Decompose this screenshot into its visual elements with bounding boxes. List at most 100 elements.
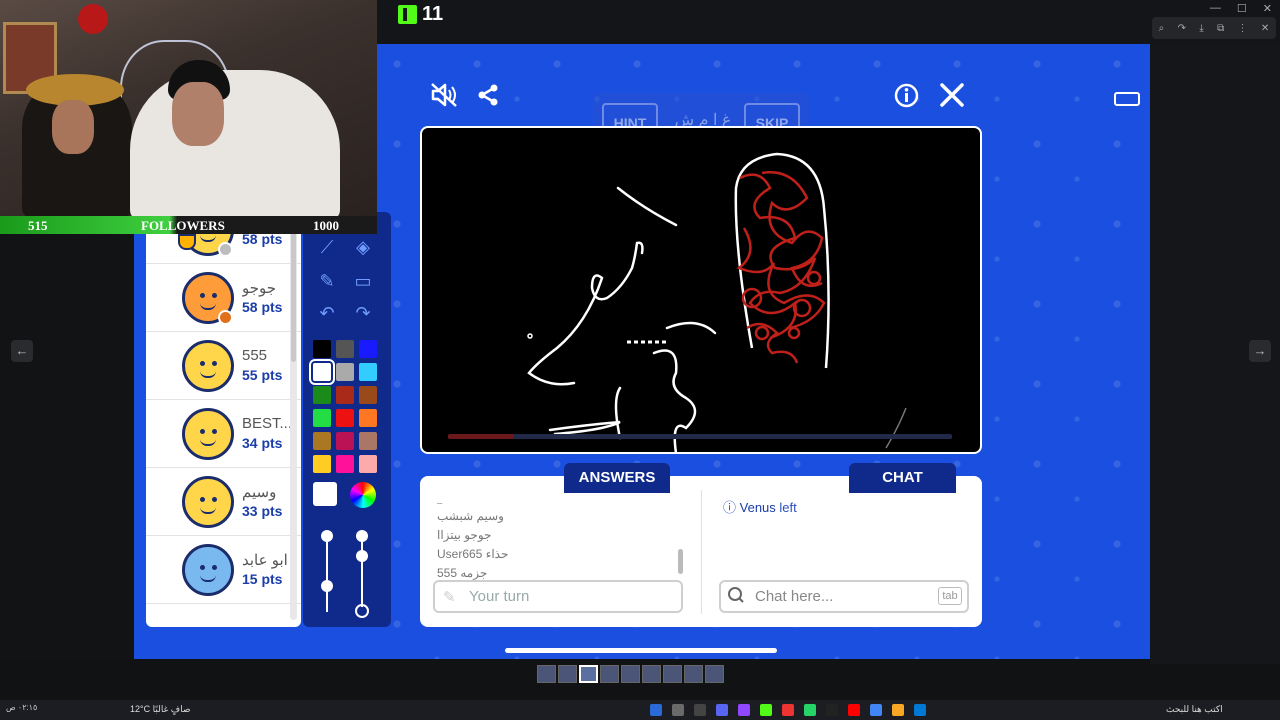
avatar-eye	[200, 293, 205, 298]
more-icon[interactable]: ⋮	[1238, 23, 1248, 34]
color-swatch[interactable]	[336, 363, 354, 381]
brush-size-knob[interactable]	[321, 530, 333, 542]
browser-topbar	[377, 0, 1280, 44]
thumbnail[interactable]	[705, 665, 724, 683]
brush-size-knob-2[interactable]	[321, 580, 333, 592]
thumbnail[interactable]	[684, 665, 703, 683]
leaderboard-row[interactable]: ابو عابد 15 pts	[146, 537, 301, 604]
horizontal-scrollbar[interactable]	[505, 648, 777, 653]
color-swatch[interactable]	[313, 340, 331, 358]
player-status-dot	[218, 310, 233, 325]
leaderboard-scrollbar-thumb[interactable]	[291, 222, 296, 362]
close-game-icon[interactable]	[939, 82, 965, 112]
player-avatar	[182, 408, 234, 460]
app-icon[interactable]	[848, 704, 860, 716]
app-icon[interactable]	[892, 704, 904, 716]
color-swatch[interactable]	[313, 455, 331, 473]
color-swatch[interactable]	[336, 340, 354, 358]
color-swatch[interactable]	[359, 455, 377, 473]
color-swatch[interactable]	[313, 432, 331, 450]
app-icon[interactable]	[826, 704, 838, 716]
app-icon[interactable]	[650, 704, 662, 716]
line-tool-icon[interactable]: ⟋	[312, 232, 342, 262]
current-color-swatch[interactable]	[313, 482, 337, 506]
window-controls: — ☐ ✕	[1210, 2, 1272, 15]
answers-scrollbar[interactable]	[678, 549, 683, 574]
answer-input-placeholder: Your turn	[469, 588, 530, 605]
download-icon[interactable]: ⤓	[1199, 23, 1203, 34]
app-icon[interactable]	[782, 704, 794, 716]
color-swatch[interactable]	[359, 409, 377, 427]
share-icon[interactable]	[476, 83, 500, 111]
panel-divider	[701, 490, 702, 614]
app-icon[interactable]	[760, 704, 772, 716]
forward-arrow-icon[interactable]: →	[1249, 340, 1271, 362]
thumbnail[interactable]	[621, 665, 640, 683]
leaderboard-row[interactable]: 555 55 pts	[146, 333, 301, 400]
app-icon[interactable]	[870, 704, 882, 716]
thumbnail[interactable]	[600, 665, 619, 683]
redo-icon[interactable]: ↷	[1178, 23, 1186, 34]
answers-tab[interactable]: ANSWERS	[564, 463, 670, 493]
color-swatch[interactable]	[359, 386, 377, 404]
color-swatch[interactable]	[313, 386, 331, 404]
app-icon[interactable]	[716, 704, 728, 716]
search-icon	[727, 586, 745, 609]
thumbnail[interactable]	[642, 665, 661, 683]
thumbnail[interactable]	[537, 665, 556, 683]
taskbar-search[interactable]: اكتب هنا للبحث	[1166, 704, 1223, 715]
color-swatch[interactable]	[359, 432, 377, 450]
color-swatch[interactable]	[313, 409, 331, 427]
opacity-knob-2[interactable]	[356, 550, 368, 562]
undo-icon[interactable]: ↶	[312, 298, 342, 328]
streamer-right-face	[172, 82, 224, 146]
color-wheel-icon[interactable]	[350, 482, 376, 508]
leaderboard-row[interactable]: جوجو 58 pts	[146, 265, 301, 332]
app-icon[interactable]	[914, 704, 926, 716]
avatar-eye	[200, 565, 205, 570]
tab-key-hint: tab	[938, 587, 962, 605]
mute-icon[interactable]	[430, 82, 458, 112]
app-icon[interactable]	[672, 704, 684, 716]
drawing-canvas[interactable]	[420, 126, 982, 454]
copy-icon[interactable]: ⧉	[1217, 23, 1224, 34]
player-avatar	[182, 340, 234, 392]
back-arrow-icon[interactable]: ←	[11, 340, 33, 362]
color-swatch[interactable]	[359, 340, 377, 358]
maximize-icon[interactable]: ☐	[1237, 2, 1247, 15]
info-icon[interactable]	[894, 83, 919, 112]
eyedropper-icon[interactable]: ✎	[312, 266, 342, 296]
thumbnail[interactable]	[558, 665, 577, 683]
close-icon[interactable]: ✕	[1261, 23, 1269, 34]
color-swatch[interactable]	[336, 455, 354, 473]
chat-tab[interactable]: CHAT	[849, 463, 956, 493]
color-swatch[interactable]	[309, 359, 335, 385]
leaderboard-row[interactable]: وسيم 33 pts	[146, 469, 301, 536]
color-swatch[interactable]	[336, 432, 354, 450]
trophy-icon	[178, 234, 196, 250]
thumbnail-active[interactable]	[579, 665, 598, 683]
color-swatch[interactable]	[336, 386, 354, 404]
overlay-toggle-icon[interactable]	[1114, 92, 1140, 106]
color-swatch[interactable]	[336, 409, 354, 427]
redo-tool-icon[interactable]: ↷	[348, 298, 378, 328]
fill-tool-icon[interactable]: ◈	[348, 232, 378, 262]
system-message-name: Venus	[739, 500, 776, 515]
answer-item: User665 حذاء	[437, 547, 509, 561]
leaderboard-row[interactable]: BEST... 34 pts	[146, 401, 301, 468]
app-icon[interactable]	[694, 704, 706, 716]
app-icon[interactable]	[804, 704, 816, 716]
player-avatar	[182, 544, 234, 596]
page-icon[interactable]: ▭	[348, 266, 378, 296]
app-icon[interactable]	[738, 704, 750, 716]
thumbnail[interactable]	[663, 665, 682, 683]
taskbar	[0, 700, 1280, 720]
background-window-left	[0, 230, 134, 660]
color-swatch[interactable]	[359, 363, 377, 381]
close-window-icon[interactable]: ✕	[1263, 2, 1272, 15]
zoom-icon[interactable]: ⌕	[1159, 23, 1165, 34]
taskbar-weather[interactable]: 12°C صافٍ غالبًا	[130, 704, 191, 715]
opacity-knob[interactable]	[356, 530, 368, 542]
avatar-eye	[212, 361, 217, 366]
minimize-icon[interactable]: —	[1210, 2, 1221, 15]
